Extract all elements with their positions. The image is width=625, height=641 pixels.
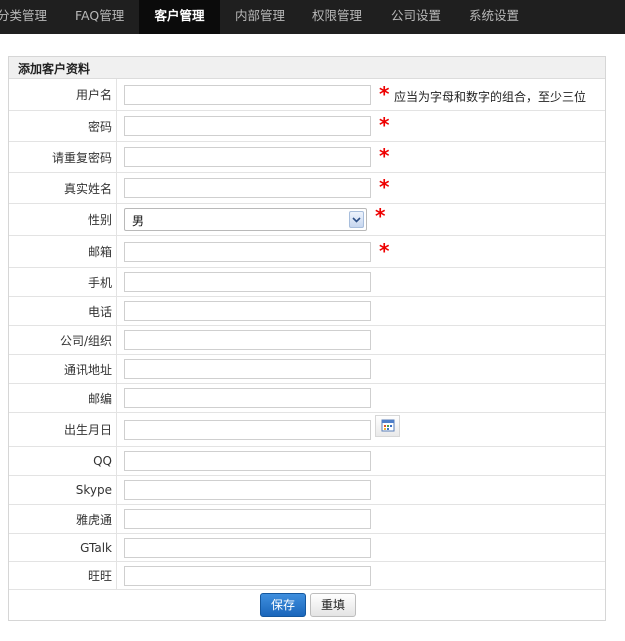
tab-internal-management[interactable]: 内部管理 xyxy=(235,0,285,34)
form-row-gtalk: GTalk xyxy=(9,534,605,562)
save-button[interactable]: 保存 xyxy=(260,593,306,617)
form-row-username: 用户名 * 应当为字母和数字的组合，至少三位 xyxy=(9,79,605,111)
required-mark: * xyxy=(379,82,390,106)
top-navigation: 分类管理 FAQ管理 客户管理 内部管理 权限管理 公司设置 系统设置 xyxy=(0,0,625,34)
skype-label: Skype xyxy=(9,476,117,504)
password-input[interactable] xyxy=(124,116,371,136)
gender-selected-value: 男 xyxy=(132,214,145,228)
reset-button[interactable]: 重填 xyxy=(310,593,356,617)
required-mark: * xyxy=(379,144,390,168)
qq-label: QQ xyxy=(9,447,117,475)
realname-label: 真实姓名 xyxy=(9,173,117,203)
form-title: 添加客户资料 xyxy=(9,57,605,79)
address-input[interactable] xyxy=(124,359,371,379)
username-label: 用户名 xyxy=(9,79,117,110)
calendar-icon[interactable] xyxy=(375,415,400,437)
mobile-input[interactable] xyxy=(124,272,371,292)
realname-input[interactable] xyxy=(124,178,371,198)
form-row-company: 公司/组织 xyxy=(9,326,605,355)
email-label: 邮箱 xyxy=(9,236,117,267)
gender-select[interactable]: 男 xyxy=(124,208,367,231)
gtalk-input[interactable] xyxy=(124,538,371,558)
phone-label: 电话 xyxy=(9,297,117,325)
form-row-gender: 性别 男 * xyxy=(9,204,605,236)
birthday-label: 出生月日 xyxy=(9,413,117,446)
company-label: 公司/组织 xyxy=(9,326,117,354)
form-row-qq: QQ xyxy=(9,447,605,476)
form-row-realname: 真实姓名 * xyxy=(9,173,605,204)
tab-system-settings[interactable]: 系统设置 xyxy=(469,0,519,34)
password-confirm-label: 请重复密码 xyxy=(9,142,117,172)
chevron-down-icon[interactable] xyxy=(349,211,364,228)
company-input[interactable] xyxy=(124,330,371,350)
username-hint: 应当为字母和数字的组合，至少三位 xyxy=(394,90,587,104)
qq-input[interactable] xyxy=(124,451,371,471)
form-actions: 保存 重填 xyxy=(9,590,605,620)
email-input[interactable] xyxy=(124,242,371,262)
username-input[interactable] xyxy=(124,85,371,105)
form-row-postcode: 邮编 xyxy=(9,384,605,413)
required-mark: * xyxy=(375,204,386,228)
password-label: 密码 xyxy=(9,111,117,141)
form-row-skype: Skype xyxy=(9,476,605,505)
required-mark: * xyxy=(379,239,390,263)
yahoo-input[interactable] xyxy=(124,509,371,529)
required-mark: * xyxy=(379,113,390,137)
address-label: 通讯地址 xyxy=(9,355,117,383)
form-row-password: 密码 * xyxy=(9,111,605,142)
tab-category-management[interactable]: 分类管理 xyxy=(0,0,47,34)
tab-customer-management[interactable]: 客户管理 xyxy=(139,0,220,34)
form-row-yahoo: 雅虎通 xyxy=(9,505,605,534)
gender-label: 性别 xyxy=(9,204,117,235)
tab-company-settings[interactable]: 公司设置 xyxy=(391,0,441,34)
add-customer-form: 添加客户资料 用户名 * 应当为字母和数字的组合，至少三位 密码 * 请重复密码… xyxy=(8,56,606,621)
form-row-mobile: 手机 xyxy=(9,268,605,297)
wangwang-label: 旺旺 xyxy=(9,562,117,589)
required-mark: * xyxy=(379,175,390,199)
phone-input[interactable] xyxy=(124,301,371,321)
tab-faq-management[interactable]: FAQ管理 xyxy=(75,0,124,34)
postcode-input[interactable] xyxy=(124,388,371,408)
birthday-input[interactable] xyxy=(124,420,371,440)
password-confirm-input[interactable] xyxy=(124,147,371,167)
form-row-address: 通讯地址 xyxy=(9,355,605,384)
form-row-birthday: 出生月日 xyxy=(9,413,605,447)
form-row-password-confirm: 请重复密码 * xyxy=(9,142,605,173)
form-row-email: 邮箱 * xyxy=(9,236,605,268)
skype-input[interactable] xyxy=(124,480,371,500)
mobile-label: 手机 xyxy=(9,268,117,296)
gtalk-label: GTalk xyxy=(9,534,117,561)
postcode-label: 邮编 xyxy=(9,384,117,412)
yahoo-label: 雅虎通 xyxy=(9,505,117,533)
tab-permission-management[interactable]: 权限管理 xyxy=(312,0,362,34)
form-row-wangwang: 旺旺 xyxy=(9,562,605,590)
wangwang-input[interactable] xyxy=(124,566,371,586)
form-row-phone: 电话 xyxy=(9,297,605,326)
